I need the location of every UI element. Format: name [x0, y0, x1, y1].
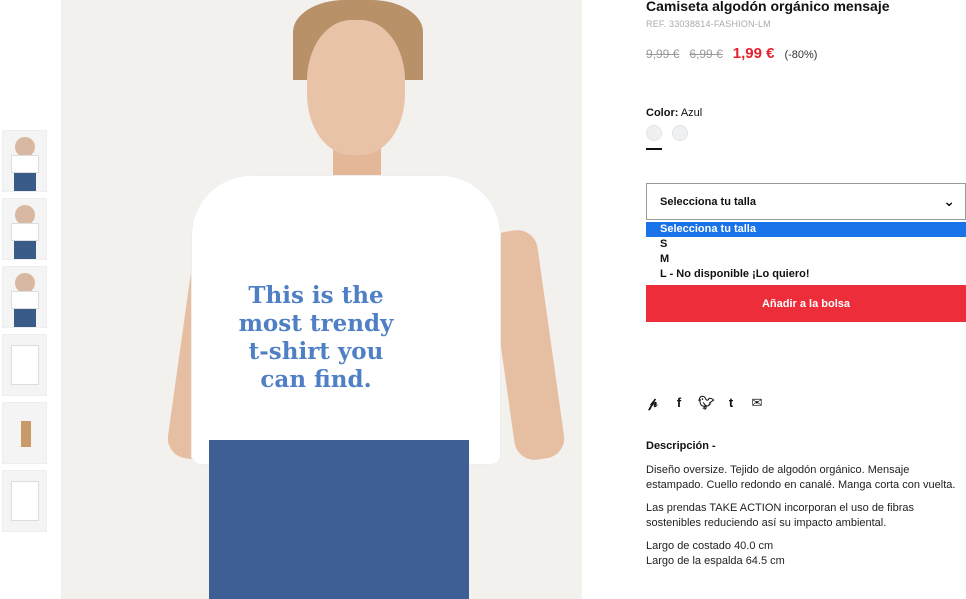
description-paragraph-2: Las prendas TAKE ACTION incorporan el us… [646, 502, 915, 529]
price-previous: 6,99 € [689, 47, 723, 61]
main-product-image[interactable]: This is the most trendy t-shirt you can … [61, 0, 582, 599]
product-reference: REF. 33038814-FASHION-LM [646, 19, 771, 29]
description-heading: Descripción - [646, 440, 716, 452]
chevron-down-icon: ⌄ [943, 193, 955, 209]
color-value: Azul [680, 107, 703, 119]
description-paragraph-1: Diseño oversize. Tejido de algodón orgán… [646, 464, 956, 491]
thumbnail-5[interactable] [2, 402, 47, 464]
thumbnail-3[interactable] [2, 266, 47, 328]
price-original: 9,99 € [646, 47, 680, 61]
tshirt-print-text: This is the most trendy t-shirt you can … [238, 282, 394, 393]
size-option-s[interactable]: S [646, 237, 966, 252]
color-swatch-1[interactable] [646, 125, 662, 141]
model-face [307, 20, 405, 155]
selected-swatch-indicator [646, 148, 662, 150]
jeans [209, 440, 469, 599]
color-label-key: Color: [646, 107, 679, 119]
size-select-value: Selecciona tu talla [660, 195, 756, 208]
price-current: 1,99 € [732, 45, 775, 62]
color-label: Color: Azul [646, 107, 702, 119]
measure-side-length: Largo de costado 40.0 cm [646, 540, 774, 552]
thumbnail-4[interactable] [2, 334, 47, 396]
twitter-icon[interactable]: 🐦︎ [698, 395, 715, 411]
size-option-l[interactable]: L - No disponible ¡Lo quiero! [646, 267, 966, 282]
product-title: Camiseta algodón orgánico mensaje [646, 0, 890, 14]
size-select[interactable]: Selecciona tu talla ⌄ [646, 183, 966, 220]
price-block: 9,99 € 6,99 € 1,99 € (-80%) [646, 45, 817, 62]
thumbnail-1[interactable] [2, 130, 47, 192]
description-body: Diseño oversize. Tejido de algodón orgán… [646, 463, 956, 569]
thumbnail-6[interactable] [2, 470, 47, 532]
measure-back-length: Largo de la espalda 64.5 cm [646, 555, 785, 567]
pinterest-icon[interactable]: 𝓅 [646, 395, 660, 411]
add-to-bag-button[interactable]: Añadir a la bolsa [646, 285, 966, 322]
email-icon[interactable]: ✉ [750, 395, 764, 411]
size-options-list: Selecciona tu talla S M L - No disponibl… [646, 222, 966, 282]
color-swatches [646, 125, 688, 141]
discount-badge: (-80%) [784, 49, 818, 61]
share-icons: 𝓅 f 🐦︎ t ✉ [646, 395, 764, 411]
thumbnail-2[interactable] [2, 198, 47, 260]
facebook-icon[interactable]: f [672, 395, 686, 411]
size-option-m[interactable]: M [646, 252, 966, 267]
tumblr-icon[interactable]: t [724, 395, 738, 411]
thumbnail-list [2, 130, 47, 538]
size-option-placeholder[interactable]: Selecciona tu talla [646, 222, 966, 237]
color-swatch-2[interactable] [672, 125, 688, 141]
